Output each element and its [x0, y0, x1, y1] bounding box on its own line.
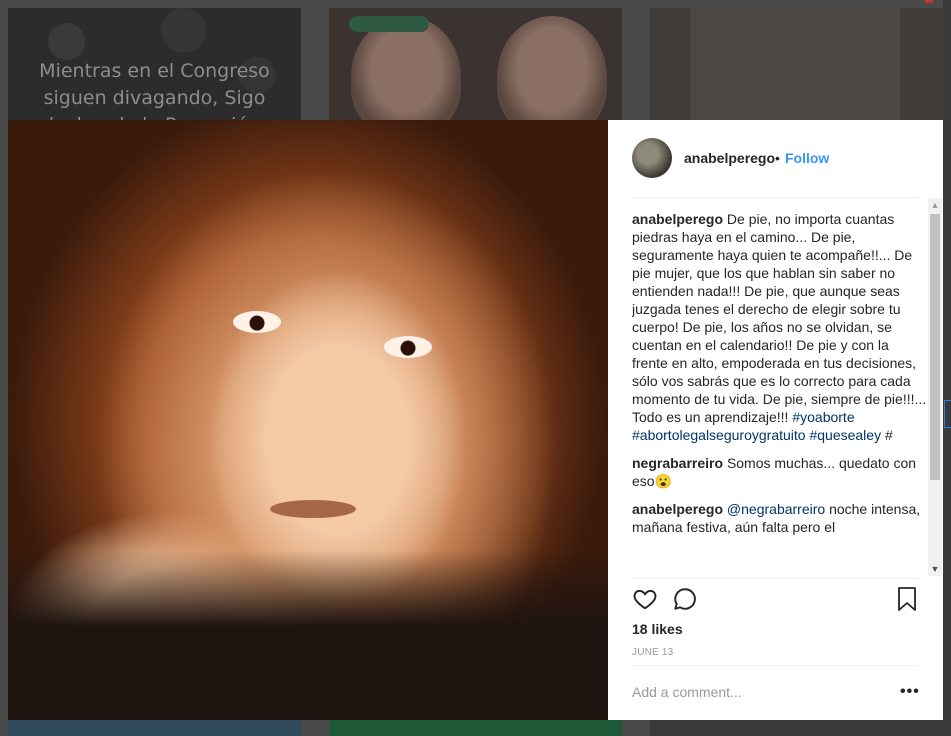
comments-list[interactable]: anabelperego De pie, no importa cuantas … — [632, 202, 927, 578]
background-post-tile[interactable] — [329, 8, 622, 120]
caption-username[interactable]: anabelperego — [632, 211, 723, 227]
divider — [632, 578, 919, 579]
post-actions — [632, 586, 919, 618]
comment-item: negrabarreiro Somos muchas... quedato co… — [632, 454, 927, 490]
photo-detail — [270, 500, 356, 518]
background-post-tile[interactable] — [650, 8, 943, 120]
caption-text: De pie, no importa cuantas piedras haya … — [632, 211, 927, 425]
background-post-tile[interactable] — [8, 720, 301, 736]
background-document — [690, 8, 900, 120]
photo-detail — [384, 336, 432, 358]
scroll-up-arrow-icon[interactable]: ▲ — [928, 198, 942, 212]
caption: anabelperego De pie, no importa cuantas … — [632, 210, 927, 444]
post-side-panel: anabelperego • Follow anabelperego De pi… — [608, 120, 943, 720]
comments-scrollbar[interactable]: ▲ ▼ — [928, 198, 942, 576]
post-author-username[interactable]: anabelperego — [684, 150, 775, 166]
post-header: anabelperego • Follow — [608, 120, 943, 197]
comment-mention[interactable]: @negrabarreiro — [727, 501, 825, 517]
caption-trailing: # — [884, 427, 893, 443]
add-comment-input[interactable]: Add a comment... — [632, 684, 742, 700]
photo-detail — [233, 311, 281, 333]
hashtag-link[interactable]: #quesealey — [809, 427, 881, 443]
background-face — [497, 16, 607, 120]
follow-button[interactable]: Follow — [785, 150, 829, 166]
hashtag-link[interactable]: #abortolegalseguroygratuito — [632, 427, 806, 443]
window-edge-mark — [944, 400, 951, 428]
comment-item: anabelperego @negrabarreiro noche intens… — [632, 500, 927, 536]
background-post-tile[interactable] — [650, 720, 943, 736]
background-tile-text: Mientras en el Congreso siguen divagando… — [39, 60, 270, 120]
avatar[interactable] — [632, 138, 672, 178]
likes-count[interactable]: 18 likes — [632, 621, 683, 637]
comment-username[interactable]: negrabarreiro — [632, 455, 723, 471]
divider — [632, 197, 919, 198]
heart-icon[interactable] — [632, 586, 658, 617]
divider — [632, 665, 919, 666]
photo-detail — [8, 550, 608, 720]
window-edge-mark — [925, 0, 933, 3]
comment-username[interactable]: anabelperego — [632, 501, 723, 517]
header-separator: • — [775, 150, 780, 166]
background-post-tile[interactable] — [329, 720, 622, 736]
more-icon[interactable]: ••• — [900, 683, 920, 701]
background-headband — [349, 16, 429, 32]
window-edge — [943, 0, 951, 736]
scroll-down-arrow-icon[interactable]: ▼ — [928, 562, 942, 576]
bookmark-icon[interactable] — [895, 586, 919, 617]
comment-icon[interactable] — [672, 586, 698, 617]
hashtag-link[interactable]: #yoaborte — [792, 409, 854, 425]
post-photo[interactable] — [8, 120, 608, 720]
background-post-tile[interactable]: Mientras en el Congreso siguen divagando… — [8, 8, 301, 120]
scrollbar-thumb[interactable] — [930, 214, 940, 480]
post-date: JUNE 13 — [632, 647, 674, 658]
